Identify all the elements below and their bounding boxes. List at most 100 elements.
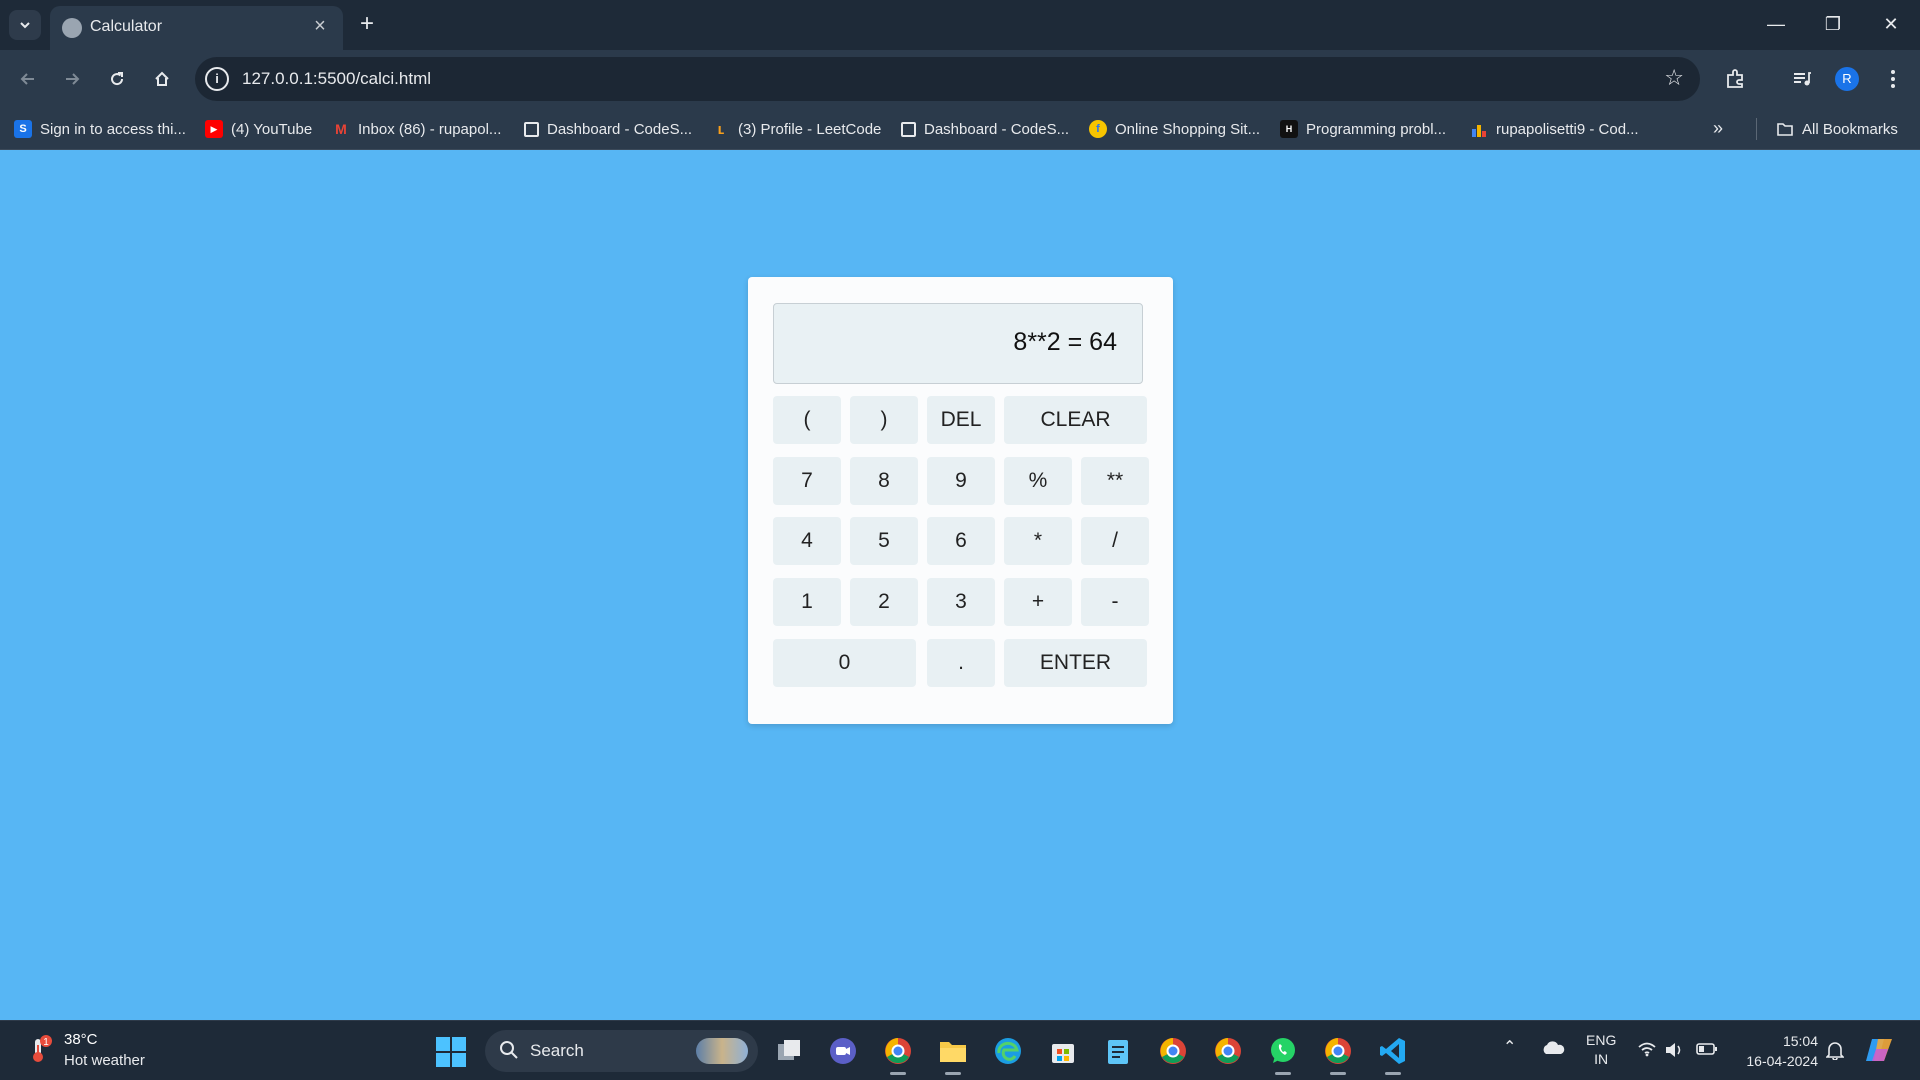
notepad-app[interactable]: [1100, 1033, 1136, 1069]
key-plus[interactable]: +: [1004, 578, 1072, 626]
key-close-paren[interactable]: ): [850, 396, 918, 444]
reload-button[interactable]: [101, 63, 133, 95]
meet-app[interactable]: [825, 1033, 861, 1069]
volume-icon[interactable]: [1664, 1041, 1684, 1059]
media-control-button[interactable]: [1786, 63, 1818, 95]
globe-icon: [62, 18, 82, 38]
bookmark-3[interactable]: Dashboard - CodeS...: [524, 116, 692, 142]
bookmark-label: (3) Profile - LeetCode: [738, 120, 882, 138]
bookmark-5[interactable]: Dashboard - CodeS...: [901, 116, 1069, 142]
info-icon[interactable]: i: [205, 67, 229, 91]
minimize-button[interactable]: —: [1753, 8, 1799, 40]
url-text[interactable]: 127.0.0.1:5500/calci.html: [242, 69, 431, 89]
key-0[interactable]: 0: [773, 639, 916, 687]
clock-time: 15:04: [1782, 1033, 1818, 1049]
home-button[interactable]: [146, 63, 178, 95]
chrome-app-r[interactable]: [880, 1033, 916, 1075]
temperature: 38°C: [64, 1031, 98, 1048]
language-indicator[interactable]: ENG IN: [1586, 1031, 1616, 1069]
vscode-icon: [1380, 1038, 1405, 1064]
close-tab-icon[interactable]: ×: [309, 15, 331, 38]
bookmark-2[interactable]: M Inbox (86) - rupapol...: [332, 116, 501, 142]
tab-search-button[interactable]: [9, 10, 41, 40]
key-delete[interactable]: DEL: [927, 396, 995, 444]
bookmark-8[interactable]: rupapolisetti9 - Cod...: [1470, 116, 1639, 142]
key-6[interactable]: 6: [927, 517, 995, 565]
bookmark-label: Online Shopping Sit...: [1115, 120, 1261, 138]
extensions-button[interactable]: [1719, 63, 1751, 95]
profile-avatar[interactable]: R: [1835, 67, 1859, 91]
key-1[interactable]: 1: [773, 578, 841, 626]
forward-button[interactable]: [56, 63, 88, 95]
star-icon[interactable]: ☆: [1664, 65, 1684, 91]
key-clear[interactable]: CLEAR: [1004, 396, 1147, 444]
key-minus[interactable]: -: [1081, 578, 1149, 626]
key-9[interactable]: 9: [927, 457, 995, 505]
menu-button[interactable]: [1877, 63, 1909, 95]
chrome-app-c[interactable]: [1155, 1033, 1191, 1069]
bookmark-7[interactable]: H Programming probl...: [1280, 116, 1446, 142]
key-3[interactable]: 3: [927, 578, 995, 626]
windows-logo-icon: [436, 1037, 450, 1051]
key-7[interactable]: 7: [773, 457, 841, 505]
taskbar-search[interactable]: Search: [485, 1030, 758, 1072]
task-view-app[interactable]: [772, 1033, 808, 1069]
bookmark-label: Programming probl...: [1306, 120, 1447, 138]
address-bar[interactable]: i 127.0.0.1:5500/calci.html ☆: [195, 57, 1700, 101]
key-percent[interactable]: %: [1004, 457, 1072, 505]
key-2[interactable]: 2: [850, 578, 918, 626]
chrome-app-profile[interactable]: [1320, 1033, 1356, 1075]
new-tab-button[interactable]: +: [352, 9, 382, 39]
bookmark-4[interactable]: ʟ (3) Profile - LeetCode: [712, 116, 882, 142]
key-5[interactable]: 5: [850, 517, 918, 565]
copilot-icon[interactable]: [1864, 1035, 1896, 1065]
clock-date: 16-04-2024: [1746, 1053, 1818, 1069]
bookmark-6[interactable]: f Online Shopping Sit...: [1089, 116, 1260, 142]
more-bookmarks-icon[interactable]: »: [1713, 118, 1723, 139]
all-bookmarks[interactable]: All Bookmarks: [1776, 116, 1898, 142]
key-enter[interactable]: ENTER: [1004, 639, 1147, 687]
page-icon: [901, 121, 916, 137]
start-button[interactable]: [436, 1037, 466, 1067]
bookmark-0[interactable]: S Sign in to access thi...: [14, 116, 186, 142]
chrome-app-m[interactable]: [1210, 1033, 1246, 1069]
bookmark-label: Sign in to access thi...: [40, 120, 186, 138]
system-clock[interactable]: 15:04 16-04-2024: [1738, 1031, 1818, 1071]
back-button[interactable]: [12, 63, 44, 95]
chevron-up-icon[interactable]: ⌃: [1503, 1037, 1516, 1057]
edge-app[interactable]: [990, 1033, 1026, 1069]
key-open-paren[interactable]: (: [773, 396, 841, 444]
chrome-icon: [1325, 1038, 1351, 1064]
whatsapp-icon: [1271, 1038, 1295, 1063]
bookmark-label: Dashboard - CodeS...: [924, 120, 1070, 138]
bookmark-label: rupapolisetti9 - Cod...: [1496, 120, 1639, 138]
browser-tab-bar: Calculator × + — ❐ ✕: [0, 0, 1920, 50]
key-multiply[interactable]: *: [1004, 517, 1072, 565]
folder-icon: [1777, 123, 1793, 136]
calculator-display[interactable]: 8**2 = 64: [773, 303, 1143, 384]
key-decimal[interactable]: .: [927, 639, 995, 687]
calculator: 8**2 = 64 ( ) DEL CLEAR 7 8 9 % ** 4 5 6…: [748, 277, 1173, 724]
vscode-app[interactable]: [1375, 1033, 1411, 1075]
key-4[interactable]: 4: [773, 517, 841, 565]
key-power[interactable]: **: [1081, 457, 1149, 505]
page-content: 8**2 = 64 ( ) DEL CLEAR 7 8 9 % ** 4 5 6…: [0, 151, 1920, 1020]
whatsapp-app[interactable]: [1265, 1033, 1301, 1075]
battery-icon[interactable]: [1696, 1042, 1718, 1056]
restore-button[interactable]: ❐: [1810, 8, 1856, 40]
tab-calculator[interactable]: Calculator ×: [50, 6, 343, 50]
divider: [1756, 118, 1757, 140]
store-app[interactable]: [1045, 1033, 1081, 1069]
file-explorer-app[interactable]: [935, 1033, 971, 1075]
bookmark-1[interactable]: ▶ (4) YouTube: [205, 116, 312, 142]
search-label: Search: [530, 1041, 584, 1060]
key-divide[interactable]: /: [1081, 517, 1149, 565]
youtube-icon: ▶: [205, 120, 223, 138]
leetcode-icon: ʟ: [717, 120, 725, 138]
notification-bell-icon[interactable]: [1826, 1040, 1844, 1060]
onedrive-icon[interactable]: [1540, 1039, 1566, 1057]
arrow-right-icon: [66, 73, 80, 85]
close-window-button[interactable]: ✕: [1868, 8, 1914, 40]
key-8[interactable]: 8: [850, 457, 918, 505]
wifi-icon[interactable]: [1637, 1041, 1657, 1057]
